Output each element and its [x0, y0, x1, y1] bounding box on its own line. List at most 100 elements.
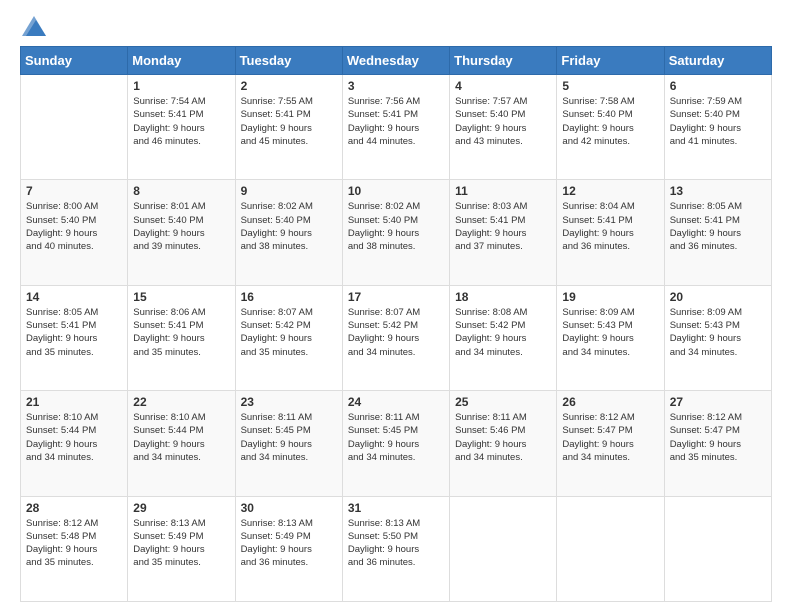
- calendar-cell: 20 Sunrise: 8:09 AM Sunset: 5:43 PM Dayli…: [664, 285, 771, 390]
- day-number: 1: [133, 79, 229, 93]
- page: SundayMondayTuesdayWednesdayThursdayFrid…: [0, 0, 792, 612]
- weekday-header-tuesday: Tuesday: [235, 47, 342, 75]
- weekday-header-wednesday: Wednesday: [342, 47, 449, 75]
- calendar-cell: 5 Sunrise: 7:58 AM Sunset: 5:40 PM Daylig…: [557, 75, 664, 180]
- calendar-cell: 6 Sunrise: 7:59 AM Sunset: 5:40 PM Daylig…: [664, 75, 771, 180]
- calendar-cell: 4 Sunrise: 7:57 AM Sunset: 5:40 PM Daylig…: [450, 75, 557, 180]
- day-info: Sunrise: 8:02 AM Sunset: 5:40 PM Dayligh…: [348, 200, 444, 253]
- day-number: 29: [133, 501, 229, 515]
- day-info: Sunrise: 8:09 AM Sunset: 5:43 PM Dayligh…: [562, 306, 658, 359]
- day-info: Sunrise: 8:03 AM Sunset: 5:41 PM Dayligh…: [455, 200, 551, 253]
- calendar-cell: 16 Sunrise: 8:07 AM Sunset: 5:42 PM Dayli…: [235, 285, 342, 390]
- calendar-cell: 10 Sunrise: 8:02 AM Sunset: 5:40 PM Dayli…: [342, 180, 449, 285]
- day-info: Sunrise: 7:54 AM Sunset: 5:41 PM Dayligh…: [133, 95, 229, 148]
- week-row-4: 21 Sunrise: 8:10 AM Sunset: 5:44 PM Dayli…: [21, 391, 772, 496]
- day-info: Sunrise: 8:06 AM Sunset: 5:41 PM Dayligh…: [133, 306, 229, 359]
- day-number: 19: [562, 290, 658, 304]
- calendar-cell: 29 Sunrise: 8:13 AM Sunset: 5:49 PM Dayli…: [128, 496, 235, 601]
- calendar-cell: [664, 496, 771, 601]
- calendar-cell: [21, 75, 128, 180]
- calendar-cell: 7 Sunrise: 8:00 AM Sunset: 5:40 PM Daylig…: [21, 180, 128, 285]
- calendar-cell: 11 Sunrise: 8:03 AM Sunset: 5:41 PM Dayli…: [450, 180, 557, 285]
- day-info: Sunrise: 8:11 AM Sunset: 5:45 PM Dayligh…: [348, 411, 444, 464]
- day-info: Sunrise: 8:00 AM Sunset: 5:40 PM Dayligh…: [26, 200, 122, 253]
- logo-icon: [22, 16, 46, 36]
- day-number: 7: [26, 184, 122, 198]
- day-info: Sunrise: 7:58 AM Sunset: 5:40 PM Dayligh…: [562, 95, 658, 148]
- calendar-cell: 25 Sunrise: 8:11 AM Sunset: 5:46 PM Dayli…: [450, 391, 557, 496]
- day-info: Sunrise: 8:13 AM Sunset: 5:49 PM Dayligh…: [241, 517, 337, 570]
- weekday-header-saturday: Saturday: [664, 47, 771, 75]
- calendar-cell: 21Sunrise: 8:10 AM Sunset: 5:44 PM Dayli…: [21, 391, 128, 496]
- day-number: 20: [670, 290, 766, 304]
- calendar-cell: 31Sunrise: 8:13 AM Sunset: 5:50 PM Dayli…: [342, 496, 449, 601]
- weekday-header-friday: Friday: [557, 47, 664, 75]
- calendar-cell: 19 Sunrise: 8:09 AM Sunset: 5:43 PM Dayli…: [557, 285, 664, 390]
- day-number: 3: [348, 79, 444, 93]
- day-number: 14: [26, 290, 122, 304]
- day-info: Sunrise: 8:02 AM Sunset: 5:40 PM Dayligh…: [241, 200, 337, 253]
- day-number: 18: [455, 290, 551, 304]
- week-row-2: 7 Sunrise: 8:00 AM Sunset: 5:40 PM Daylig…: [21, 180, 772, 285]
- day-info: Sunrise: 8:05 AM Sunset: 5:41 PM Dayligh…: [26, 306, 122, 359]
- calendar-cell: [557, 496, 664, 601]
- day-number: 25: [455, 395, 551, 409]
- day-info: Sunrise: 8:04 AM Sunset: 5:41 PM Dayligh…: [562, 200, 658, 253]
- weekday-header-row: SundayMondayTuesdayWednesdayThursdayFrid…: [21, 47, 772, 75]
- calendar-cell: 27Sunrise: 8:12 AM Sunset: 5:47 PM Dayli…: [664, 391, 771, 496]
- day-number: 26: [562, 395, 658, 409]
- day-info: Sunrise: 8:13 AM Sunset: 5:49 PM Dayligh…: [133, 517, 229, 570]
- day-info: Sunrise: 8:10 AM Sunset: 5:44 PM Dayligh…: [133, 411, 229, 464]
- calendar-cell: [450, 496, 557, 601]
- day-number: 24: [348, 395, 444, 409]
- calendar-cell: 24 Sunrise: 8:11 AM Sunset: 5:45 PM Dayli…: [342, 391, 449, 496]
- day-number: 16: [241, 290, 337, 304]
- day-info: Sunrise: 7:55 AM Sunset: 5:41 PM Dayligh…: [241, 95, 337, 148]
- day-number: 5: [562, 79, 658, 93]
- day-info: Sunrise: 8:09 AM Sunset: 5:43 PM Dayligh…: [670, 306, 766, 359]
- weekday-header-sunday: Sunday: [21, 47, 128, 75]
- day-info: Sunrise: 8:12 AM Sunset: 5:48 PM Dayligh…: [26, 517, 122, 570]
- day-number: 12: [562, 184, 658, 198]
- week-row-3: 14 Sunrise: 8:05 AM Sunset: 5:41 PM Dayli…: [21, 285, 772, 390]
- day-number: 23: [241, 395, 337, 409]
- calendar-cell: 12 Sunrise: 8:04 AM Sunset: 5:41 PM Dayli…: [557, 180, 664, 285]
- day-info: Sunrise: 7:56 AM Sunset: 5:41 PM Dayligh…: [348, 95, 444, 148]
- calendar-cell: 30 Sunrise: 8:13 AM Sunset: 5:49 PM Dayli…: [235, 496, 342, 601]
- day-number: 6: [670, 79, 766, 93]
- day-number: 10: [348, 184, 444, 198]
- calendar-cell: 18Sunrise: 8:08 AM Sunset: 5:42 PM Dayli…: [450, 285, 557, 390]
- day-number: 30: [241, 501, 337, 515]
- weekday-header-thursday: Thursday: [450, 47, 557, 75]
- week-row-1: 1 Sunrise: 7:54 AM Sunset: 5:41 PM Daylig…: [21, 75, 772, 180]
- day-info: Sunrise: 8:07 AM Sunset: 5:42 PM Dayligh…: [348, 306, 444, 359]
- day-info: Sunrise: 7:57 AM Sunset: 5:40 PM Dayligh…: [455, 95, 551, 148]
- logo: [20, 16, 46, 36]
- week-row-5: 28 Sunrise: 8:12 AM Sunset: 5:48 PM Dayli…: [21, 496, 772, 601]
- calendar-cell: 28 Sunrise: 8:12 AM Sunset: 5:48 PM Dayli…: [21, 496, 128, 601]
- day-info: Sunrise: 8:07 AM Sunset: 5:42 PM Dayligh…: [241, 306, 337, 359]
- weekday-header-monday: Monday: [128, 47, 235, 75]
- calendar-cell: 3 Sunrise: 7:56 AM Sunset: 5:41 PM Daylig…: [342, 75, 449, 180]
- day-number: 4: [455, 79, 551, 93]
- day-info: Sunrise: 8:11 AM Sunset: 5:46 PM Dayligh…: [455, 411, 551, 464]
- day-number: 15: [133, 290, 229, 304]
- calendar-cell: 1 Sunrise: 7:54 AM Sunset: 5:41 PM Daylig…: [128, 75, 235, 180]
- day-number: 2: [241, 79, 337, 93]
- day-info: Sunrise: 8:01 AM Sunset: 5:40 PM Dayligh…: [133, 200, 229, 253]
- day-number: 31: [348, 501, 444, 515]
- calendar-cell: 13Sunrise: 8:05 AM Sunset: 5:41 PM Dayli…: [664, 180, 771, 285]
- calendar-cell: 8Sunrise: 8:01 AM Sunset: 5:40 PM Daylig…: [128, 180, 235, 285]
- day-number: 21: [26, 395, 122, 409]
- day-info: Sunrise: 8:05 AM Sunset: 5:41 PM Dayligh…: [670, 200, 766, 253]
- day-number: 9: [241, 184, 337, 198]
- day-info: Sunrise: 8:12 AM Sunset: 5:47 PM Dayligh…: [670, 411, 766, 464]
- day-info: Sunrise: 7:59 AM Sunset: 5:40 PM Dayligh…: [670, 95, 766, 148]
- calendar-cell: 26Sunrise: 8:12 AM Sunset: 5:47 PM Dayli…: [557, 391, 664, 496]
- day-number: 28: [26, 501, 122, 515]
- day-number: 11: [455, 184, 551, 198]
- calendar-cell: 17Sunrise: 8:07 AM Sunset: 5:42 PM Dayli…: [342, 285, 449, 390]
- header: [20, 16, 772, 36]
- day-number: 22: [133, 395, 229, 409]
- day-info: Sunrise: 8:11 AM Sunset: 5:45 PM Dayligh…: [241, 411, 337, 464]
